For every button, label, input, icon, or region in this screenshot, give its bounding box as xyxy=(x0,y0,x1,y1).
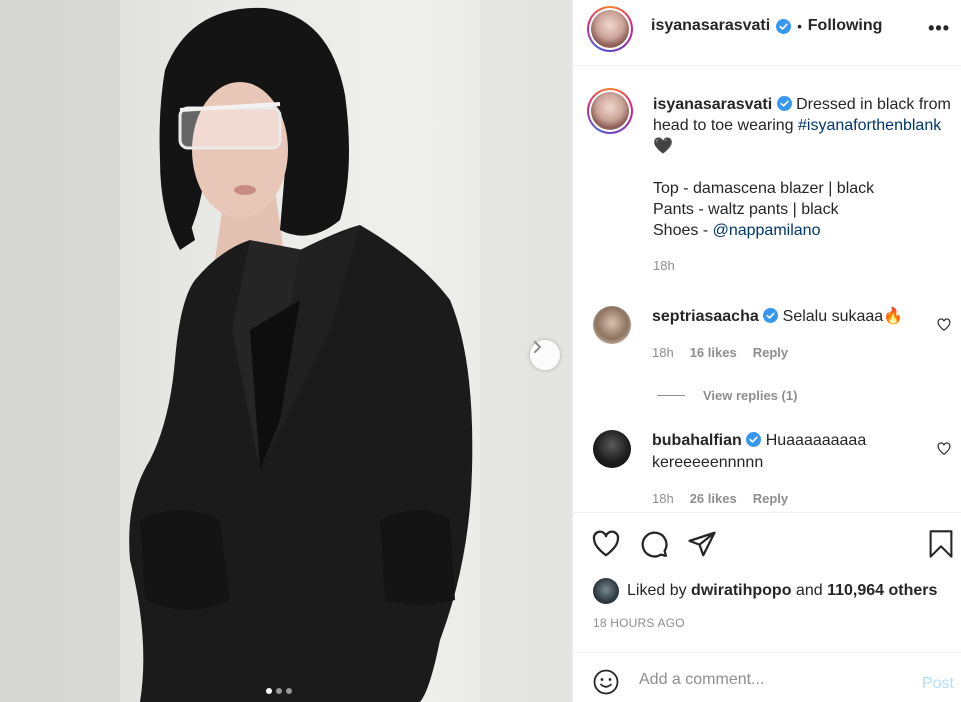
comment-text: Huaaaaaaaaa xyxy=(765,432,867,449)
author-info: isyanasarasvati • Following xyxy=(651,17,882,35)
caption-author-avatar[interactable] xyxy=(587,88,633,134)
post-photo[interactable] xyxy=(0,0,572,702)
next-photo-button[interactable] xyxy=(530,340,560,370)
photo-illustration xyxy=(0,0,572,702)
comment-reply-button[interactable]: Reply xyxy=(753,488,788,510)
caption-item-shoes: Shoes - xyxy=(653,222,713,239)
post-caption: isyanasarasvati Dressed in black from he… xyxy=(653,94,953,276)
carousel-indicator xyxy=(266,688,292,694)
emoji-icon[interactable] xyxy=(593,669,619,695)
caption-item-top: Top - damascena blazer | black xyxy=(653,180,875,197)
post-header: isyanasarasvati • Following ••• xyxy=(573,0,961,66)
heart-icon[interactable] xyxy=(937,318,951,332)
likes-prefix: Liked by xyxy=(627,582,692,599)
commenter-username[interactable]: septriasaacha xyxy=(652,308,759,325)
caption-time[interactable]: 18h xyxy=(653,255,953,276)
comment-time[interactable]: 18h xyxy=(652,488,674,510)
carousel-dot-active xyxy=(266,688,272,694)
chevron-right-icon xyxy=(534,341,541,353)
follow-separator: • xyxy=(797,18,802,34)
commenter-username[interactable]: bubahalfian xyxy=(652,432,742,449)
add-comment-bar: Post xyxy=(573,652,961,702)
heart-icon[interactable] xyxy=(937,442,951,456)
comment-likes[interactable]: 26 likes xyxy=(690,488,737,510)
following-button[interactable]: Following xyxy=(808,17,883,35)
liker-avatar[interactable] xyxy=(593,578,619,604)
carousel-dot xyxy=(286,688,292,694)
caption-text-line1: Dressed in black from xyxy=(796,96,951,113)
comment-icon[interactable] xyxy=(639,529,669,559)
comment-text-continued: kereeeeennnnn xyxy=(652,454,764,471)
comment-input[interactable] xyxy=(639,667,909,693)
verified-icon xyxy=(763,308,779,323)
share-icon[interactable] xyxy=(687,529,717,559)
black-heart-emoji: 🖤 xyxy=(653,138,673,155)
verified-icon xyxy=(776,96,792,111)
caption-mention-link[interactable]: @nappamilano xyxy=(713,222,821,239)
post-comment-button[interactable]: Post xyxy=(922,675,954,693)
liker-username[interactable]: dwiratihpopo xyxy=(691,582,791,599)
comment-likes[interactable]: 16 likes xyxy=(690,342,737,364)
post-detail-panel: isyanasarasvati • Following ••• isyanasa… xyxy=(572,0,961,702)
verified-icon xyxy=(776,18,792,34)
author-username[interactable]: isyanasarasvati xyxy=(651,17,770,35)
caption-item-pants: Pants - waltz pants | black xyxy=(653,201,839,218)
likes-summary: Liked by dwiratihpopo and 110,964 others xyxy=(593,578,937,604)
replies-divider xyxy=(657,395,685,396)
comment-time[interactable]: 18h xyxy=(652,342,674,364)
more-options-icon[interactable]: ••• xyxy=(928,18,950,39)
likes-others-link[interactable]: 110,964 others xyxy=(827,582,937,599)
commenter-avatar[interactable] xyxy=(593,430,631,468)
post-timestamp[interactable]: 18 HOURS AGO xyxy=(593,616,685,630)
view-replies-label: View replies (1) xyxy=(703,388,798,403)
caption-username[interactable]: isyanasarasvati xyxy=(653,96,772,113)
caption-hashtag-link[interactable]: #isyanaforthenblank xyxy=(798,117,941,134)
bookmark-icon[interactable] xyxy=(927,529,955,559)
commenter-avatar[interactable] xyxy=(593,306,631,344)
carousel-dot xyxy=(276,688,282,694)
comment-text: Selalu sukaaa🔥 xyxy=(782,308,904,325)
post-actions-bar xyxy=(573,512,961,574)
like-heart-icon[interactable] xyxy=(591,529,621,559)
comment-reply-button[interactable]: Reply xyxy=(753,342,788,364)
caption-text-line2: head to toe wearing xyxy=(653,117,794,134)
verified-icon xyxy=(746,432,762,447)
author-avatar[interactable] xyxy=(587,6,633,52)
likes-middle: and xyxy=(791,582,828,599)
view-replies-button[interactable]: View replies (1) xyxy=(657,388,797,403)
